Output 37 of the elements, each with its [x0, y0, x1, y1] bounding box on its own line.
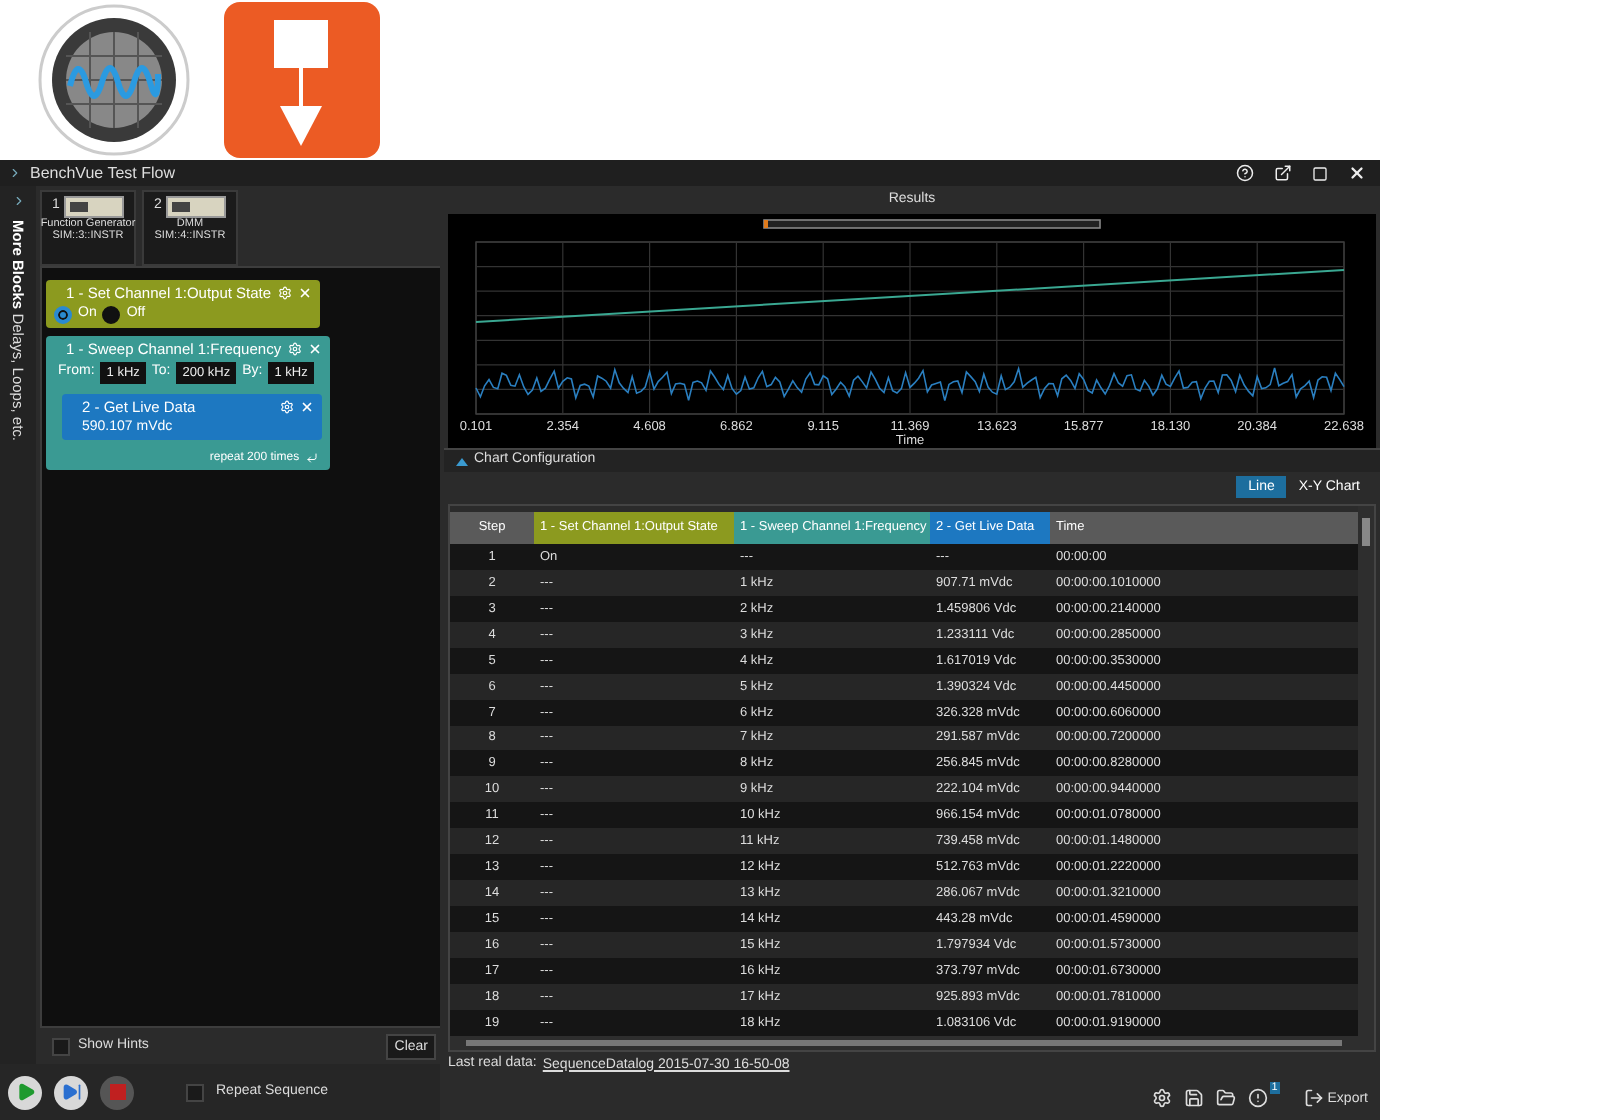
arrow-down-icon	[224, 2, 380, 158]
close-icon	[1348, 164, 1366, 182]
settings-icon[interactable]	[277, 286, 292, 300]
alert-icon	[1247, 1088, 1268, 1108]
return-icon	[305, 452, 318, 465]
window-title: BenchVue Test Flow	[30, 164, 177, 182]
square-icon	[1312, 165, 1328, 181]
folder-button[interactable]	[1215, 1088, 1236, 1108]
export-icon	[1303, 1088, 1324, 1108]
play-icon	[15, 1082, 35, 1102]
close-icon[interactable]	[307, 342, 322, 356]
stop-button[interactable]	[100, 1075, 134, 1109]
settings-icon[interactable]	[287, 342, 302, 356]
step-button[interactable]	[54, 1075, 88, 1109]
settings-icon	[1151, 1088, 1172, 1108]
close-icon[interactable]	[297, 286, 312, 300]
settings-icon[interactable]	[279, 400, 294, 414]
instrument-icon	[165, 196, 226, 218]
save-button[interactable]	[1183, 1088, 1204, 1108]
help-icon	[1236, 164, 1254, 182]
radio-button[interactable]	[102, 306, 121, 324]
external-link-icon	[1274, 164, 1292, 182]
caret-icon[interactable]	[456, 457, 468, 465]
notification-button[interactable]	[1247, 1088, 1268, 1108]
oscilloscope-icon	[36, 2, 192, 158]
scroll-range-bar[interactable]	[763, 219, 1101, 229]
checkbox[interactable]	[52, 1037, 70, 1055]
settings-button[interactable]	[1151, 1088, 1172, 1108]
radio-button[interactable]	[54, 306, 72, 324]
step-icon	[61, 1082, 81, 1102]
checkbox[interactable]	[186, 1083, 204, 1101]
instrument-icon	[63, 196, 124, 218]
folder-icon	[1215, 1088, 1236, 1108]
stop-icon	[109, 1084, 125, 1100]
save-icon	[1183, 1088, 1204, 1108]
close-icon[interactable]	[299, 400, 314, 414]
play-button[interactable]	[8, 1075, 42, 1109]
